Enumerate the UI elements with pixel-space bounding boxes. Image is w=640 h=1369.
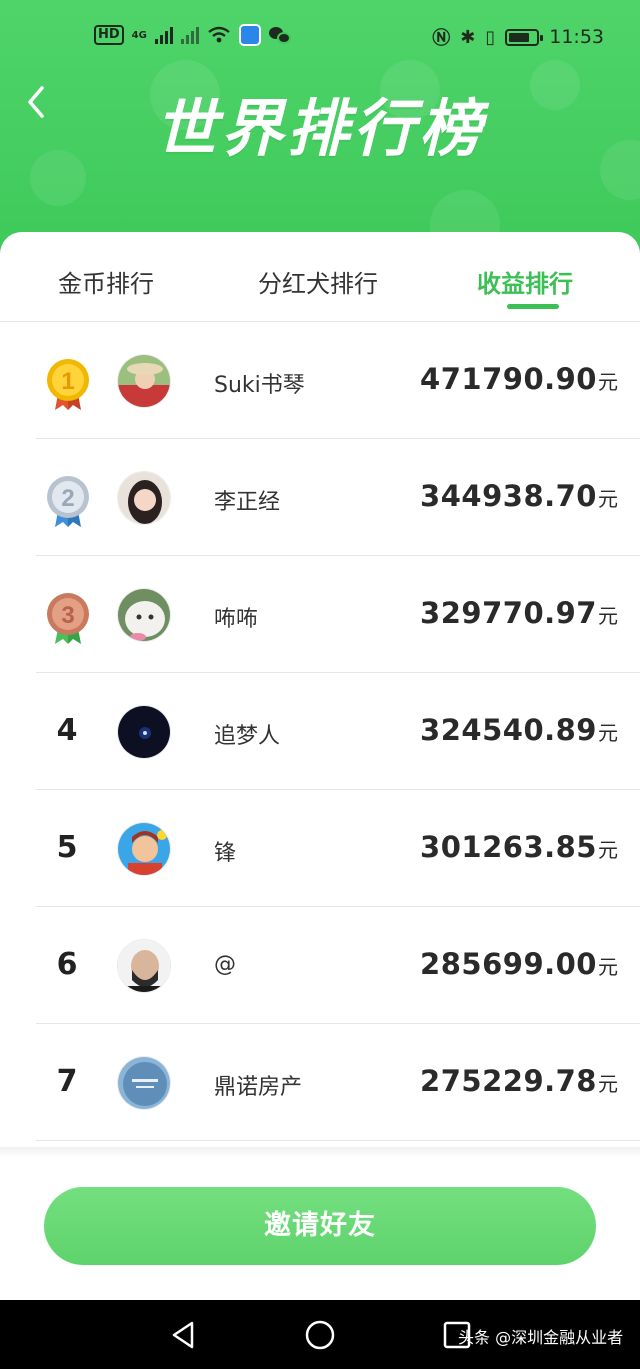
username: 咘咘 [214,607,259,632]
watermark: 头条 @深圳金融从业者 [458,1328,624,1347]
tab-coin-ranking[interactable]: 金币排行 [58,264,154,299]
username: 追梦人 [214,724,281,749]
avatar [117,471,171,525]
ranking-row[interactable]: 3 咘咘 329770.97元 [0,556,640,673]
avatar [117,588,171,642]
header: HD 4G Ⓝ ✱ ▯ 11:53 世界排行榜 [0,0,640,260]
hd-indicator: HD [94,25,124,45]
bluetooth-icon: ✱ [460,26,476,48]
wifi-icon [208,26,230,43]
username: 李正经 [214,490,281,515]
nav-back-icon[interactable] [166,1318,200,1352]
signal-2-icon [180,26,199,44]
rank-number: 4 [56,713,78,748]
active-tab-indicator [507,304,559,309]
page-title: 世界排行榜 [154,92,485,165]
username: 锋 [214,841,237,866]
ranking-row[interactable]: 4 追梦人 324540.89元 [0,673,640,790]
ranking-row[interactable]: 7 鼎诺房产 275229.78元 [0,1024,640,1141]
avatar [117,705,171,759]
status-bar: HD 4G Ⓝ ✱ ▯ 11:53 [0,22,640,52]
battery-icon [505,28,544,46]
tab-dividend-dog-ranking[interactable]: 分红犬排行 [258,264,378,299]
nfc-icon: Ⓝ [432,28,451,49]
ranking-row[interactable]: 5 锋 301263.85元 [0,790,640,907]
svg-text:2: 2 [61,485,74,512]
system-nav-bar: 头条 @深圳金融从业者 [0,1300,640,1369]
footer-divider [0,1147,640,1157]
network-type: 4G [131,29,147,41]
rank-number: 5 [56,830,78,865]
clock: 11:53 [549,26,604,48]
income-amount: 329770.97元 [420,596,618,630]
bronze-medal-icon: 3 [47,593,89,644]
avatar [117,822,171,876]
tab-bar: 金币排行 分红犬排行 收益排行 [0,232,640,322]
income-amount: 324540.89元 [420,713,618,747]
avatar [117,939,171,993]
signal-icon [154,26,173,44]
income-amount: 471790.90元 [420,362,618,396]
ranking-list: 1 Suki书琴 471790.90元 2 李正经 344938.70元 3 咘… [0,322,640,1141]
svg-text:3: 3 [61,602,74,629]
income-amount: 344938.70元 [420,479,618,513]
avatar [117,354,171,408]
income-amount: 301263.85元 [420,830,618,864]
rank-number: 7 [56,1064,78,1099]
gold-medal-icon: 1 [47,359,89,410]
svg-text:1: 1 [61,368,74,395]
username: 鼎诺房产 [214,1075,303,1100]
invite-friends-button[interactable]: 邀请好友 [44,1187,596,1265]
app-notification-icon [238,24,261,46]
ranking-row[interactable]: 6 @ 285699.00元 [0,907,640,1024]
tab-income-ranking[interactable]: 收益排行 [477,264,573,299]
ranking-card: 金币排行 分红犬排行 收益排行 1 Suki书琴 471790.90元 2 李正… [0,232,640,1300]
income-amount: 275229.78元 [420,1064,618,1098]
wechat-icon [268,26,291,44]
ranking-row[interactable]: 1 Suki书琴 471790.90元 [0,322,640,439]
avatar [117,1056,171,1110]
ranking-row[interactable]: 2 李正经 344938.70元 [0,439,640,556]
username: Suki书琴 [214,373,305,398]
nav-home-icon[interactable] [303,1318,337,1352]
silver-medal-icon: 2 [47,476,89,527]
rank-number: 6 [56,947,78,982]
username: @ [214,952,236,977]
vibrate-icon: ▯ [485,26,496,48]
income-amount: 285699.00元 [420,947,618,981]
